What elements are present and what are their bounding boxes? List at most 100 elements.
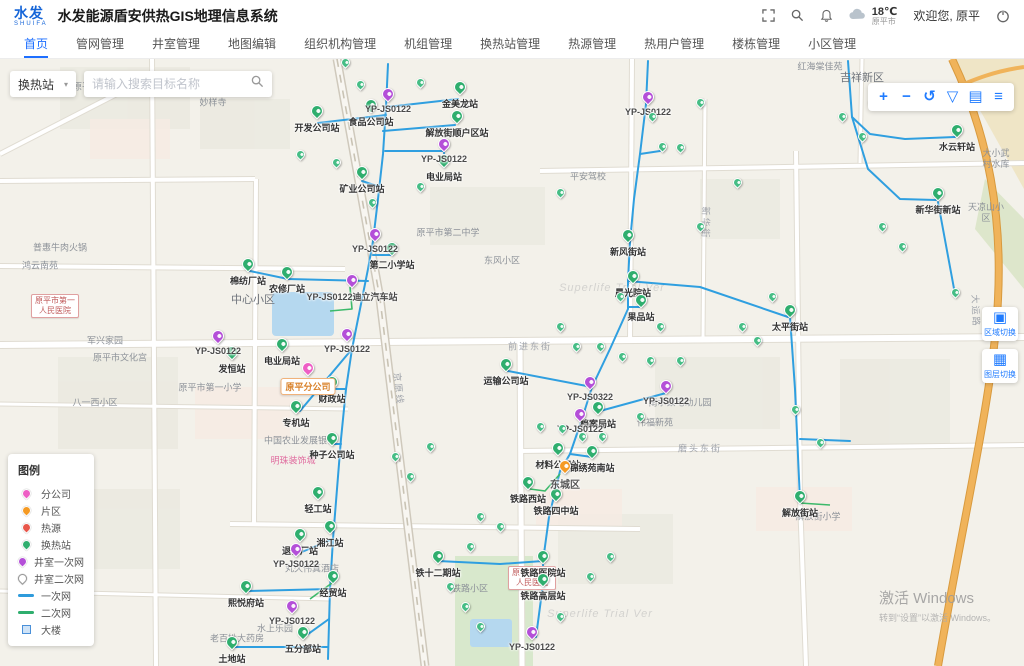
layer-switch-button[interactable]: ▦图层切换 [982,349,1018,383]
search-submit-icon[interactable] [251,75,264,93]
zoom-in-icon[interactable]: + [872,83,895,111]
legend-title: 图例 [18,462,84,478]
fullscreen-icon[interactable] [762,9,775,22]
pin-icon [634,410,647,423]
legend-item: 井室一次网 [18,553,84,570]
filter-icon[interactable]: ▽ [941,83,964,111]
legend-items: 分公司片区热源换热站井室一次网井室二次网一次网二次网大楼 [18,485,84,638]
legend-pin-icon [18,523,34,532]
nav-tab-community[interactable]: 小区管理 [808,32,856,58]
marker-label: 矿业公司站 [339,182,384,195]
marker-label: YP-JS0122 [643,396,689,406]
zoom-out-icon[interactable]: − [895,83,918,111]
pin-icon [354,164,371,181]
legend-item: 换热站 [18,536,84,553]
nav-tab-unit[interactable]: 机组管理 [404,32,452,58]
pin-icon [444,580,457,593]
pin-icon [288,398,305,415]
category-select-value: 换热站 [18,76,54,93]
pin-icon [339,326,356,343]
marker-label: YP-JS0122 [273,559,319,569]
nav-tab-heat-source[interactable]: 热源管理 [568,32,616,58]
marker-label: 新风街站 [610,245,646,258]
pin-icon [554,320,567,333]
pin-icon [380,86,397,103]
region-switch-button[interactable]: ▣区域切换 [982,307,1018,341]
side-tools: ▣区域切换 ▦图层切换 [982,307,1018,383]
pin-icon [656,140,669,153]
settings-icon[interactable]: ≡ [987,83,1010,111]
legend-pin-icon [18,506,34,515]
nav-tab-map-edit[interactable]: 地图编辑 [228,32,276,58]
bell-icon[interactable] [820,9,833,23]
pin-icon [789,403,802,416]
pin-icon [949,122,966,139]
pin-icon [210,328,227,345]
marker-label: 食品公司站 [348,115,393,128]
legend-item: 大楼 [18,621,84,638]
legend-square-icon [18,625,34,634]
search-input[interactable] [92,77,251,91]
search-icon[interactable] [791,9,804,22]
nav-tab-exchange-station[interactable]: 换热站管理 [480,32,540,58]
region-switch-label: 区域切换 [984,327,1016,338]
pin-icon [731,176,744,189]
marker-label: YP-JS0122 [195,346,241,356]
legend-label: 热源 [41,520,61,535]
marker-label: 果品站 [627,310,654,323]
marker-label: 金美龙站 [442,97,478,110]
power-icon[interactable] [996,9,1010,23]
pin-icon [751,334,764,347]
legend-pin-icon [18,540,34,549]
marker-label: 电业局站 [426,170,462,183]
layers-icon[interactable]: ▤ [964,83,987,111]
nav-tab-well[interactable]: 井室管理 [152,32,200,58]
pin-icon [876,220,889,233]
nav-tab-building[interactable]: 楼栋管理 [732,32,780,58]
pin-icon [310,484,327,501]
pin-icon [279,264,296,281]
pin-icon [459,600,472,613]
legend-item: 热源 [18,519,84,536]
pin-icon [836,110,849,123]
pin-icon [344,272,361,289]
pin-icon [274,336,291,353]
pin-icon [654,320,667,333]
page-title: 水发能源盾安供热GIS地理信息系统 [58,6,278,26]
legend-label: 分公司 [41,486,71,501]
pin-icon [674,354,687,367]
legend-item: 一次网 [18,587,84,604]
pin-icon [535,548,552,565]
marker-label: YP-JS0122 [324,344,370,354]
category-select[interactable]: 换热站 ▾ [10,71,76,97]
reset-view-icon[interactable]: ↺ [918,83,941,111]
logo-text-cn: 水发 [14,6,48,20]
layer-switch-icon: ▦ [984,352,1016,368]
pin-icon [238,578,255,595]
nav-tab-pipe-network[interactable]: 管网管理 [76,32,124,58]
temperature: 18℃ [872,6,898,18]
map-canvas[interactable]: 原平实验中学妙样寺吉祥新区红海棠佳苑大小武村水库天凉山小区平安驾校原平市第二中学… [0,59,1024,666]
marker-label: YP-JS0122迪立汽车站 [306,290,397,303]
legend-item: 井室二次网 [18,570,84,587]
pin-icon [224,634,241,651]
city-name: 原平市 [872,18,898,27]
marker-label: 经贸站 [319,586,346,599]
legend-line-icon [18,611,34,614]
legend-label: 大楼 [41,622,61,637]
pin-icon [295,624,312,641]
nav-tab-home[interactable]: 首页 [24,32,48,58]
marker-label: 熙悦府站 [228,596,264,609]
nav-tab-organization[interactable]: 组织机构管理 [304,32,376,58]
pin-icon [300,360,317,377]
pin-icon [474,620,487,633]
pin-icon [582,374,599,391]
welcome-text: 欢迎您, 原平 [913,7,980,24]
pin-icon [792,488,809,505]
weather-widget: 18℃ 原平市 [849,6,898,27]
pin-icon [414,180,427,193]
marker-label: 水云轩站 [939,140,975,153]
nav-tab-heat-user[interactable]: 热用户管理 [644,32,704,58]
marker-label: 棉纺厂站 [230,274,266,287]
pin-icon [324,430,341,447]
